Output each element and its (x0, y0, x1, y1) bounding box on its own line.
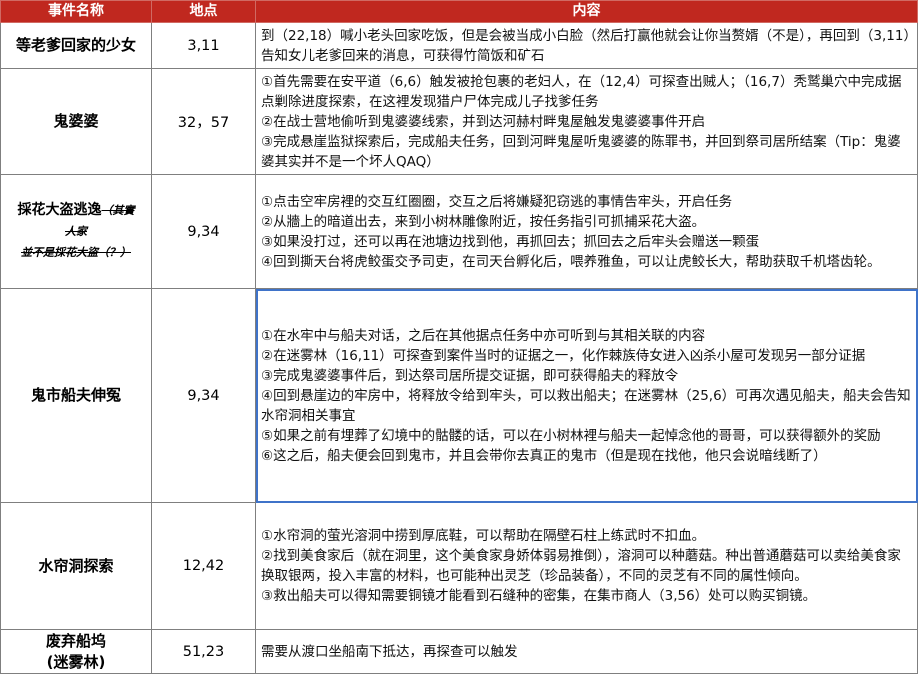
content-line: ②在战士营地偷听到鬼婆婆线索，并到达河赫村畔鬼屋触发鬼婆婆事件开启 (261, 113, 706, 130)
content-line: ②从牆上的暗道出去，来到小树林雕像附近，按任务指引可抓捕采花大盗。 (261, 213, 706, 230)
event-location: 12,42 (151, 502, 256, 630)
event-content-selected[interactable]: ①在水牢中与船夫对话，之后在其他据点任务中亦可听到与其相关联的内容 ②在迷雾林（… (255, 288, 918, 503)
content-line: ③如果没打过，还可以再在池塘边找到他，再抓回去；抓回去之后牢头会赠送一颗蛋 (261, 233, 760, 250)
event-name-strikethrough: （其實 (101, 204, 135, 217)
event-location: 9,34 (151, 288, 256, 503)
event-content: 需要从渡口坐船南下抵达，再探查可以触发 (255, 629, 918, 674)
table-row: 鬼婆婆 32，57 ①首先需要在安平道（6,6）触发被抢包裹的老妇人，在（12,… (0, 68, 918, 175)
event-location: 32，57 (151, 68, 256, 175)
event-name: 等老爹回家的少女 (0, 22, 152, 69)
content-line: ③救出船夫可以得知需要铜镜才能看到石缝种的密集，在集市商人（3,56）处可以购买… (261, 588, 817, 604)
event-content: ①点击空牢房裡的交互红圈圈，交互之后将嫌疑犯窃逃的事情告牢头，开启任务 ②从牆上… (255, 174, 918, 289)
content-line: ①首先需要在安平道（6,6）触发被抢包裹的老妇人，在（12,4）可探查出贼人；（… (261, 73, 902, 110)
event-name: 废弃船坞 (迷雾林) (0, 629, 152, 674)
event-name-main: 採花大盗逃逸 (17, 202, 102, 218)
event-table: 事件名称 地点 内容 等老爹回家的少女 3,11 到（22,18）喊小老头回家吃… (0, 0, 918, 674)
event-name: 鬼婆婆 (0, 68, 152, 175)
content-line: ④回到撕天台将虎鲛蛋交予司吏，在司天台孵化后，喂养雅鱼，可以让虎鲛长大，帮助获取… (261, 253, 881, 270)
event-name: 採花大盗逃逸（其實 人家 並不是採花大盜（？） (0, 174, 152, 289)
content-line: ⑤如果之前有埋葬了幻境中的骷髅的话，可以在小树林裡与船夫一起悼念他的哥哥，可以获… (261, 427, 881, 444)
content-line: ①点击空牢房裡的交互红圈圈，交互之后将嫌疑犯窃逃的事情告牢头，开启任务 (261, 193, 733, 210)
content-line: ③完成鬼婆婆事件后，到达祭司居所提交证据，即可获得船夫的释放令 (261, 367, 679, 384)
event-location: 3,11 (151, 22, 256, 69)
table-row: 水帘洞探索 12,42 ①水帘洞的萤光溶洞中捞到厚底鞋，可以帮助在隔壁石柱上练武… (0, 502, 918, 630)
table-row: 鬼市船夫伸冤 9,34 ①在水牢中与船夫对话，之后在其他据点任务中亦可听到与其相… (0, 288, 918, 503)
header-event-name: 事件名称 (0, 0, 152, 23)
content-line: ②找到美食家后（就在洞里，这个美食家身娇体弱易推倒），溶洞可以种蘑菇。种出普通蘑… (261, 548, 901, 584)
event-content: ①水帘洞的萤光溶洞中捞到厚底鞋，可以帮助在隔壁石柱上练武时不扣血。 ②找到美食家… (255, 502, 918, 630)
content-line: ③完成悬崖监狱探索后，完成船夫任务，回到河畔鬼屋听鬼婆婆的陈罪书，并回到祭司居所… (261, 133, 901, 170)
event-location: 51,23 (151, 629, 256, 674)
content-line: ②在迷雾林（16,11）可探查到案件当时的证据之一，化作棘族侍女进入凶杀小屋可发… (261, 347, 866, 364)
header-location: 地点 (151, 0, 256, 23)
event-name-line: 废弃船坞 (45, 631, 106, 650)
content-line: ④回到悬崖边的牢房中，将释放令给到牢头，可以救出船夫；在迷雾林（25,6）可再次… (261, 387, 911, 424)
event-name-strikethrough: 並不是採花大盜（？） (21, 246, 131, 259)
event-name: 水帘洞探索 (0, 502, 152, 630)
content-line: ①在水牢中与船夫对话，之后在其他据点任务中亦可听到与其相关联的内容 (261, 327, 706, 344)
header-content: 内容 (255, 0, 918, 23)
table-row: 等老爹回家的少女 3,11 到（22,18）喊小老头回家吃饭，但是会被当成小白脸… (0, 22, 918, 69)
content-line: ①水帘洞的萤光溶洞中捞到厚底鞋，可以帮助在隔壁石柱上练武时不扣血。 (261, 528, 706, 544)
event-name-line: (迷雾林) (46, 652, 106, 671)
event-name: 鬼市船夫伸冤 (0, 288, 152, 503)
content-line: 需要从渡口坐船南下抵达，再探查可以触发 (261, 643, 518, 660)
table-header-row: 事件名称 地点 内容 (0, 0, 918, 23)
event-location: 9,34 (151, 174, 256, 289)
content-line: 到（22,18）喊小老头回家吃饭，但是会被当成小白脸（然后打赢他就会让你当赘婿（… (261, 27, 911, 64)
table-row: 废弃船坞 (迷雾林) 51,23 需要从渡口坐船南下抵达，再探查可以触发 (0, 629, 918, 674)
event-content: ①首先需要在安平道（6,6）触发被抢包裹的老妇人，在（12,4）可探查出贼人；（… (255, 68, 918, 175)
table-row: 採花大盗逃逸（其實 人家 並不是採花大盜（？） 9,34 ①点击空牢房裡的交互红… (0, 174, 918, 289)
content-line: ⑥这之后，船夫便会回到鬼市，并且会带你去真正的鬼市（但是现在找他，他只会说暗线断… (261, 447, 827, 464)
event-content: 到（22,18）喊小老头回家吃饭，但是会被当成小白脸（然后打赢他就会让你当赘婿（… (255, 22, 918, 69)
event-name-strikethrough: 人家 (65, 225, 87, 238)
